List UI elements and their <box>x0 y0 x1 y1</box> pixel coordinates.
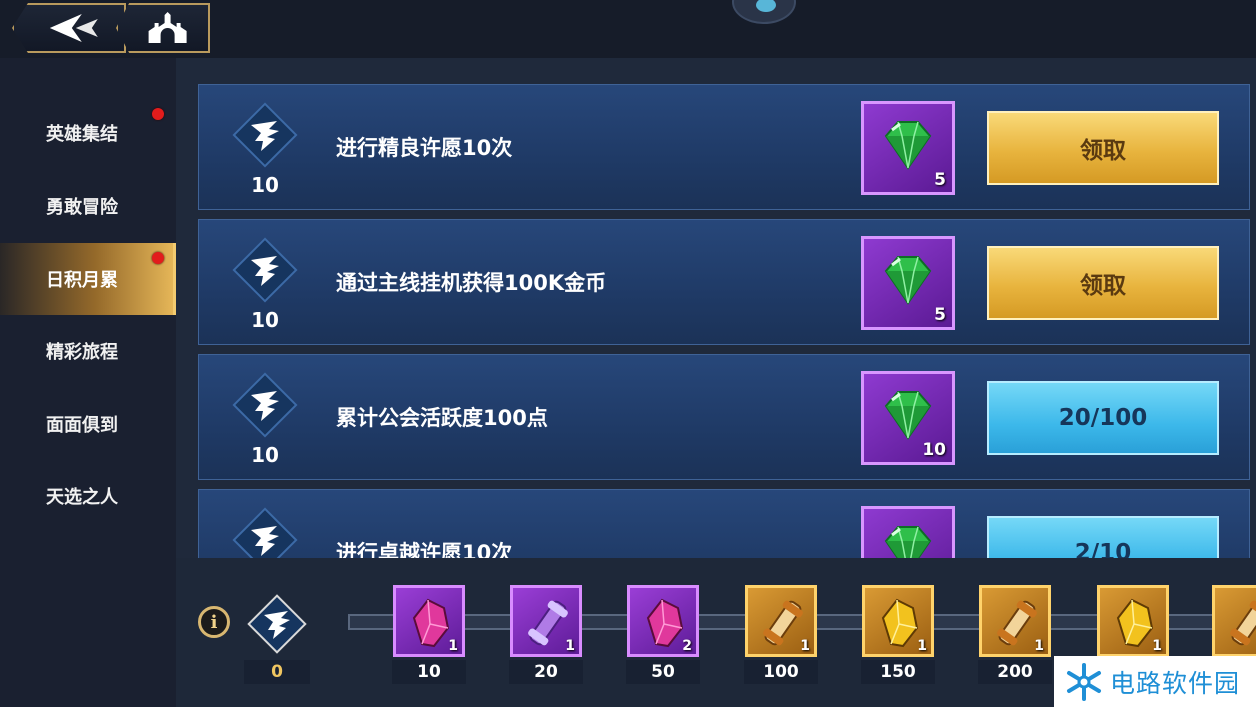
sidebar: 英雄集结 勇敢冒险 日积月累 精彩旅程 面面俱到 天选之人 <box>0 58 176 707</box>
top-bar <box>0 0 1256 58</box>
green-gem-icon <box>884 121 932 170</box>
reward-count: 5 <box>934 170 946 190</box>
notification-dot <box>152 252 164 264</box>
task-points: 10 <box>251 308 279 332</box>
milestone-item: 1 <box>745 585 817 657</box>
sidebar-item-label: 勇敢冒险 <box>46 197 118 218</box>
task-progress-button[interactable]: 2/10 <box>987 516 1219 558</box>
back-arrow-icon <box>49 14 98 42</box>
milestone-count: 1 <box>917 638 927 654</box>
sidebar-item-wonderful-journey[interactable]: 精彩旅程 <box>0 315 176 387</box>
milestone-threshold: 150 <box>861 660 935 684</box>
milestone-reward[interactable] <box>1212 585 1256 657</box>
sidebar-item-label: 日积月累 <box>46 270 118 291</box>
current-points: 0 <box>244 660 310 684</box>
task-progress-button[interactable]: 20/100 <box>987 381 1219 455</box>
sidebar-item-chosen-one[interactable]: 天选之人 <box>0 460 176 532</box>
activity-wing-icon <box>232 102 298 168</box>
snowflake-logo-icon <box>1067 662 1101 701</box>
task-row: 10 通过主线挂机获得100K金币 5 领取 <box>198 219 1250 345</box>
notification-dot <box>152 108 164 120</box>
milestone-item: 2 <box>627 585 699 657</box>
sidebar-item-brave-adventure[interactable]: 勇敢冒险 <box>0 170 176 242</box>
milestone-item: 1 <box>510 585 582 657</box>
task-title: 通过主线挂机获得100K金币 <box>336 271 607 295</box>
milestone-reward[interactable]: 1 100 <box>744 585 818 684</box>
reward-item[interactable]: 10 <box>861 371 955 465</box>
task-points: 10 <box>251 443 279 467</box>
sidebar-item-daily-accumulate[interactable]: 日积月累 <box>0 243 176 315</box>
watermark: 电路软件园 <box>1054 656 1256 707</box>
back-button[interactable] <box>12 3 126 53</box>
info-button[interactable]: i <box>198 606 230 638</box>
sidebar-item-hero-gather[interactable]: 英雄集结 <box>0 97 176 169</box>
task-title: 进行精良许愿10次 <box>336 136 513 160</box>
reward-item[interactable] <box>861 506 955 558</box>
milestone-threshold: 100 <box>744 660 818 684</box>
home-button[interactable] <box>116 3 210 53</box>
gold-scroll-icon <box>1230 600 1256 646</box>
milestone-threshold: 50 <box>626 660 700 684</box>
milestone-count: 1 <box>565 638 575 654</box>
milestone-reward[interactable]: 1 200 <box>978 585 1052 684</box>
task-row: 10 进行精良许愿10次 5 领取 <box>198 84 1250 210</box>
milestone-count: 2 <box>682 638 692 654</box>
sidebar-item-label: 面面俱到 <box>46 415 118 436</box>
milestone-item: 1 <box>979 585 1051 657</box>
green-gem-icon <box>884 526 932 558</box>
task-title: 累计公会活跃度100点 <box>336 406 548 430</box>
green-gem-icon <box>884 391 932 440</box>
reward-count: 5 <box>934 305 946 325</box>
milestone-threshold: 10 <box>392 660 466 684</box>
green-gem-icon <box>884 256 932 305</box>
watermark-text: 电路软件园 <box>1110 668 1241 698</box>
mascot-icon[interactable] <box>732 0 796 24</box>
task-row: 进行卓越许愿10次 2/10 <box>198 489 1250 558</box>
sidebar-item-label: 天选之人 <box>46 487 118 508</box>
milestone-threshold: 20 <box>509 660 583 684</box>
milestone-count: 1 <box>1152 638 1162 654</box>
claim-button[interactable]: 领取 <box>987 111 1219 185</box>
milestone-count: 1 <box>448 638 458 654</box>
milestone-threshold: 200 <box>978 660 1052 684</box>
milestone-reward[interactable]: 1 20 <box>509 585 583 684</box>
task-title: 进行卓越许愿10次 <box>336 541 513 558</box>
task-row: 10 累计公会活跃度100点 10 20/100 <box>198 354 1250 480</box>
reward-count: 10 <box>922 440 946 460</box>
milestone-count: 1 <box>1034 638 1044 654</box>
sidebar-item-all-round[interactable]: 面面俱到 <box>0 388 176 460</box>
milestone-item: 1 <box>862 585 934 657</box>
milestone-reward[interactable]: 1 150 <box>861 585 935 684</box>
task-list[interactable]: 10 进行精良许愿10次 5 领取 10 通过主线挂机获得100K金币 5 领取… <box>176 58 1256 558</box>
activity-wing-icon <box>232 372 298 438</box>
milestone-count: 1 <box>800 638 810 654</box>
task-points: 10 <box>251 173 279 197</box>
milestone-item <box>1212 585 1256 657</box>
milestone-item: 1 <box>1097 585 1169 657</box>
castle-home-icon <box>148 12 187 43</box>
activity-wing-icon <box>232 237 298 303</box>
activity-wing-icon <box>247 594 307 654</box>
milestone-reward[interactable]: 1 10 <box>392 585 466 684</box>
milestone-reward[interactable]: 2 50 <box>626 585 700 684</box>
claim-button[interactable]: 领取 <box>987 246 1219 320</box>
milestone-item: 1 <box>393 585 465 657</box>
activity-wing-icon <box>232 507 298 558</box>
reward-item[interactable]: 5 <box>861 236 955 330</box>
sidebar-item-label: 英雄集结 <box>46 124 118 145</box>
sidebar-item-label: 精彩旅程 <box>46 342 118 363</box>
reward-item[interactable]: 5 <box>861 101 955 195</box>
